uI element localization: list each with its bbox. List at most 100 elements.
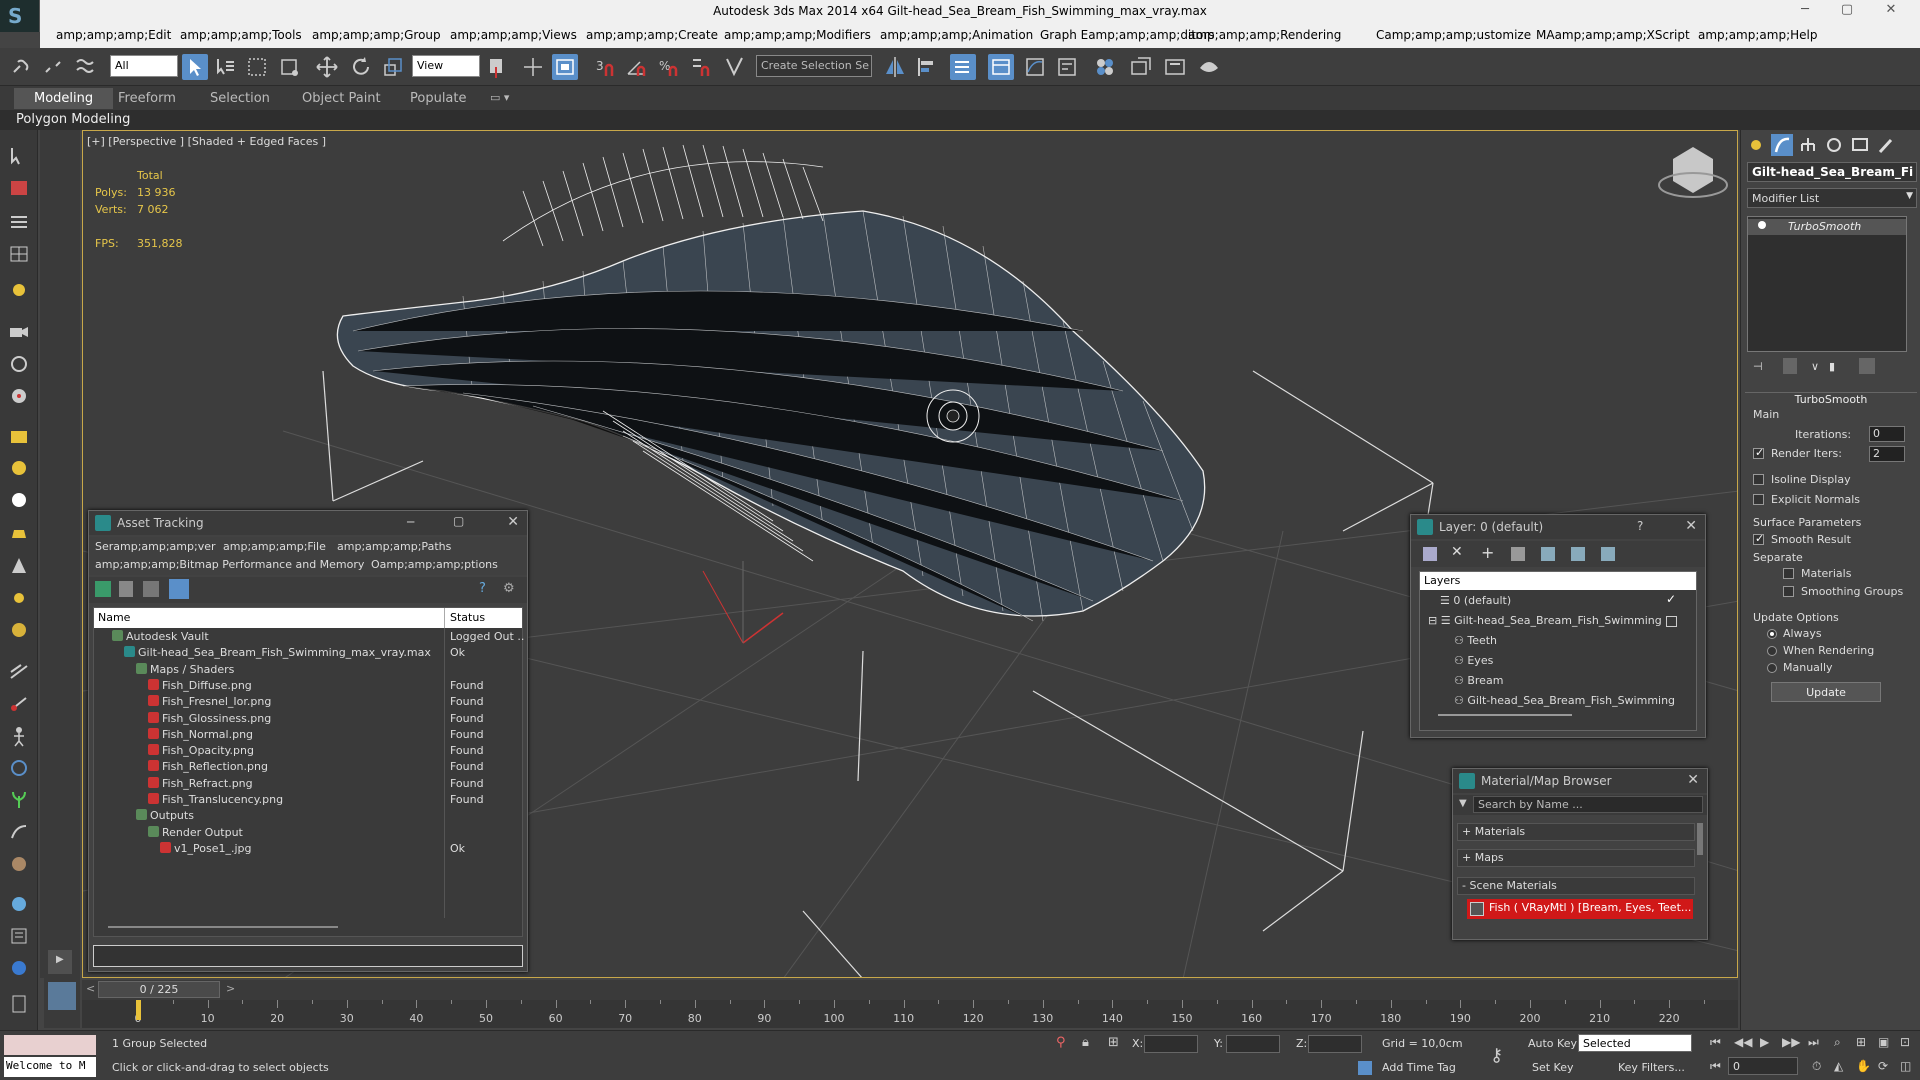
add-time-tag[interactable]: Add Time Tag	[1382, 1061, 1456, 1074]
schematic-view-icon[interactable]	[1054, 54, 1080, 80]
smooth-result-checkbox[interactable]	[1753, 532, 1764, 545]
close-button[interactable]: ✕	[1876, 2, 1906, 22]
maps-section[interactable]: + Maps	[1457, 849, 1695, 867]
layer-scrollbar[interactable]	[1438, 714, 1572, 716]
select-objects-icon[interactable]	[1511, 547, 1525, 561]
current-frame-field[interactable]: 0	[1728, 1057, 1798, 1075]
light-bulb-icon[interactable]	[1758, 221, 1766, 229]
asset-path-field[interactable]	[93, 945, 523, 967]
play-icon[interactable]: ▶	[1760, 1035, 1769, 1049]
layer-fish-swimming[interactable]: ⊟ ☰ Gilt-head_Sea_Bream_Fish_Swimming	[1428, 614, 1662, 630]
menu-bitmap-performance[interactable]: amp;amp;amp;Bitmap Performance and Memor…	[95, 558, 364, 571]
angle-snap-icon[interactable]	[624, 54, 650, 80]
menu-tools[interactable]: amp;amp;amp;Tools	[180, 28, 302, 42]
materials-section[interactable]: + Materials	[1457, 823, 1695, 841]
auto-key-button[interactable]: Auto Key	[1528, 1037, 1577, 1050]
layer-explorer-icon[interactable]	[950, 54, 976, 80]
menu-options[interactable]: Oamp;amp;amp;ptions	[371, 558, 498, 571]
table-view-icon[interactable]	[169, 579, 189, 599]
tab-freeform[interactable]: Freeform	[118, 91, 176, 106]
render-iters-checkbox[interactable]	[1753, 446, 1764, 459]
menu-paths[interactable]: amp;amp;amp;Paths	[337, 540, 451, 553]
render-iters-spinner[interactable]: 2	[1869, 446, 1905, 462]
delete-layer-icon[interactable]: ✕	[1451, 544, 1463, 560]
next-frame-icon[interactable]: >	[226, 982, 235, 995]
set-key-icon[interactable]: ⚷	[1490, 1045, 1503, 1066]
menu-create[interactable]: amp;amp;amp;Create	[586, 28, 718, 42]
when-rendering-radio[interactable]	[1767, 646, 1777, 656]
selection-lock-icon[interactable]: 🔒︎	[1082, 1035, 1089, 1050]
absolute-mode-icon[interactable]: ⊞	[1108, 1035, 1119, 1050]
render-setup-icon[interactable]	[1128, 54, 1154, 80]
menu-views[interactable]: amp;amp;amp;Views	[450, 28, 577, 42]
asset-row[interactable]: Fish_Reflection.png	[148, 760, 268, 776]
layer-default[interactable]: ☰ 0 (default)	[1440, 594, 1511, 610]
maximize-viewport-icon[interactable]: ⊡	[1900, 1035, 1910, 1049]
selection-filter-dropdown[interactable]: All	[110, 55, 178, 77]
always-radio[interactable]	[1767, 629, 1777, 639]
globe-icon[interactable]	[6, 956, 32, 980]
move-icon[interactable]	[314, 54, 340, 80]
display-tab-icon[interactable]	[1849, 134, 1871, 156]
column-status[interactable]: Status	[450, 611, 485, 624]
stack-item-turbosmooth[interactable]: TurboSmooth	[1748, 219, 1906, 235]
go-to-start-icon[interactable]: ⏮	[1710, 1035, 1721, 1050]
ribbon-options-icon[interactable]: ▭ ▾	[490, 91, 509, 104]
zoom-all-icon[interactable]: ⊞	[1856, 1035, 1866, 1049]
hide-layers-icon[interactable]	[1571, 547, 1585, 561]
current-frame-marker[interactable]	[136, 1000, 141, 1020]
keyboard-shortcut-override-icon[interactable]	[552, 54, 578, 80]
spinner-snap-icon[interactable]	[688, 54, 714, 80]
asset-row[interactable]: Fish_Refract.png	[148, 776, 253, 793]
settings-icon[interactable]: ⚙	[503, 581, 515, 596]
particles-icon[interactable]	[6, 660, 32, 684]
grid-icon[interactable]	[6, 242, 32, 266]
update-button[interactable]: Update	[1771, 682, 1881, 702]
iterations-spinner[interactable]: 0	[1869, 426, 1905, 442]
maxscript-output[interactable]: Welcome to M	[4, 1057, 96, 1077]
shading-sphere-icon[interactable]	[6, 892, 32, 916]
close-icon[interactable]: ✕	[1685, 518, 1697, 534]
helper-icon[interactable]	[6, 352, 32, 376]
close-icon[interactable]: ✕	[1687, 772, 1699, 788]
manually-radio[interactable]	[1767, 663, 1777, 673]
maximize-button[interactable]: ▢	[1832, 2, 1862, 22]
layer-titlebar[interactable]: Layer: 0 (default)	[1411, 515, 1705, 539]
explicit-normals-checkbox[interactable]	[1753, 494, 1764, 505]
expand-arrow-icon[interactable]: ▶	[48, 950, 72, 974]
tab-populate[interactable]: Populate	[410, 91, 467, 106]
viewport-label[interactable]: [+] [Perspective ] [Shaded + Edged Faces…	[87, 135, 326, 148]
align-icon[interactable]	[914, 54, 940, 80]
freeze-layers-icon[interactable]	[1601, 547, 1615, 561]
isoline-display-checkbox[interactable]	[1753, 474, 1764, 485]
motion-tab-icon[interactable]	[1823, 134, 1845, 156]
layer-object-bream[interactable]: ⚇ Bream	[1454, 674, 1503, 690]
add-to-layer-icon[interactable]: +	[1481, 543, 1494, 562]
menu-group[interactable]: amp;amp;amp;Group	[312, 28, 441, 42]
geosphere-icon[interactable]	[6, 618, 32, 642]
cone-icon[interactable]	[6, 554, 32, 578]
sphere-icon[interactable]	[6, 456, 32, 480]
layer-object-teeth[interactable]: ⚇ Teeth	[1454, 634, 1497, 650]
previous-key-icon[interactable]: ◀◀	[1734, 1035, 1752, 1049]
hair-icon[interactable]	[6, 820, 32, 844]
pan-icon[interactable]: ✋	[1856, 1059, 1871, 1073]
script-icon[interactable]	[6, 924, 32, 948]
set-key-button[interactable]: Set Key	[1532, 1061, 1574, 1074]
active-layer-check-icon[interactable]: ✓	[1666, 592, 1676, 606]
curve-editor-icon[interactable]	[1022, 54, 1048, 80]
layer-object-eyes[interactable]: ⚇ Eyes	[1454, 654, 1493, 670]
y-coordinate-field[interactable]	[1226, 1035, 1280, 1053]
render-production-icon[interactable]	[1196, 54, 1222, 80]
zoom-extents-icon[interactable]: ▣	[1878, 1035, 1889, 1049]
hierarchy-tab-icon[interactable]	[1797, 134, 1819, 156]
mini-curve-toggle[interactable]	[44, 978, 80, 1028]
asset-row[interactable]: Autodesk Vault	[112, 630, 209, 646]
maximize-icon[interactable]: ▢	[453, 514, 464, 528]
list-icon[interactable]	[6, 210, 32, 234]
menu-edit[interactable]: amp;amp;amp;Edit	[56, 28, 171, 42]
torus-icon[interactable]	[6, 488, 32, 512]
asset-row[interactable]: Fish_Opacity.png	[148, 744, 254, 760]
z-coordinate-field[interactable]	[1308, 1035, 1362, 1053]
minimize-icon[interactable]: ─	[407, 515, 414, 529]
